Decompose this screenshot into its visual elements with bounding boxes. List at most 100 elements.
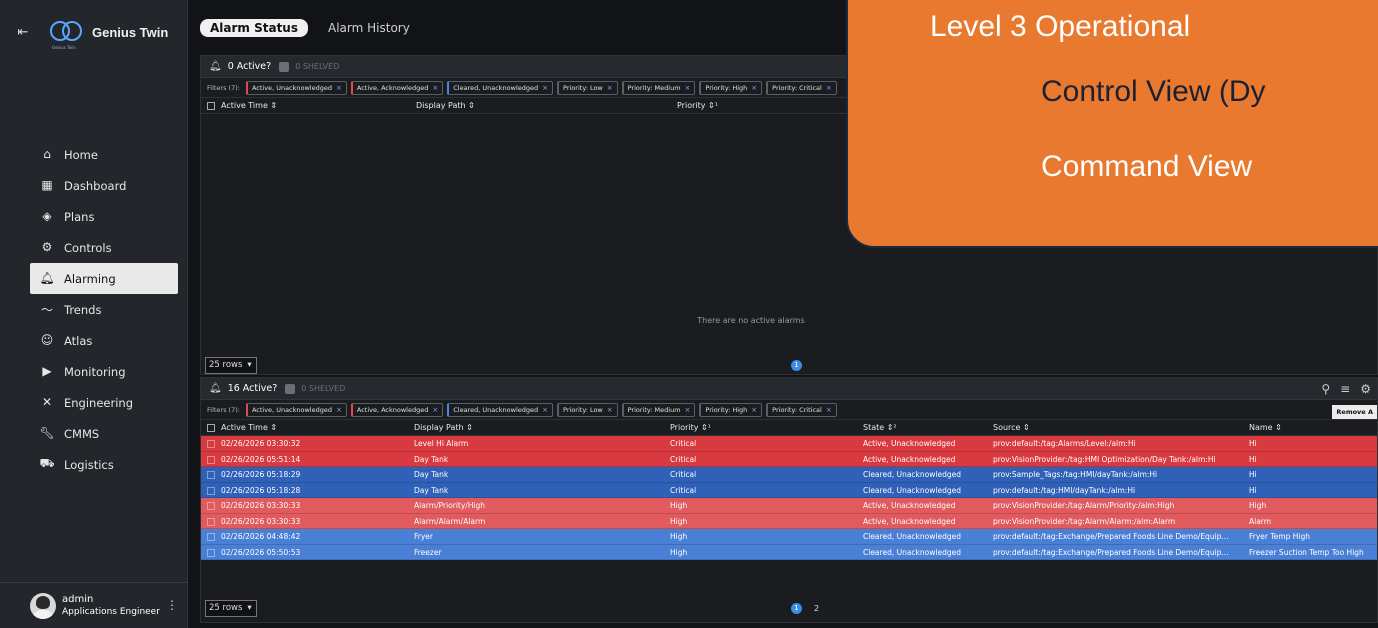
sidebar-item-logistics[interactable]: ⛟ Logistics bbox=[30, 449, 178, 480]
close-icon[interactable]: × bbox=[826, 406, 832, 414]
sidebar-item-alarming[interactable]: 🔔︎ Alarming bbox=[30, 263, 178, 294]
filter-chip[interactable]: Priority: High × bbox=[699, 80, 763, 95]
sidebar-item-atlas[interactable]: ☺ Atlas bbox=[30, 325, 178, 356]
active-count[interactable]: 0 Active? bbox=[228, 61, 272, 72]
filter-icon[interactable]: ≡ bbox=[1340, 382, 1350, 396]
row-checkbox[interactable] bbox=[207, 533, 215, 541]
select-all-checkbox[interactable] bbox=[207, 424, 215, 432]
rows-per-page-select[interactable]: 25 rows ▾ bbox=[205, 599, 257, 617]
shelved-count[interactable]: 0 SHELVED bbox=[301, 384, 345, 393]
sidebar-item-monitoring[interactable]: ▶ Monitoring bbox=[30, 356, 178, 387]
row-checkbox[interactable] bbox=[207, 471, 215, 479]
col-name[interactable]: Name ⇕ bbox=[1249, 423, 1282, 432]
close-icon[interactable]: × bbox=[432, 406, 438, 414]
table-row[interactable]: 02/26/2026 05:18:29 Day Tank Critical Clear… bbox=[201, 467, 1377, 483]
filter-chip[interactable]: Priority: High × bbox=[699, 402, 763, 417]
page-1[interactable]: 1 bbox=[791, 359, 802, 371]
filter-chip[interactable]: Priority: Low × bbox=[557, 402, 618, 417]
home-icon: ⌂ bbox=[43, 147, 51, 161]
close-icon[interactable]: × bbox=[336, 84, 342, 92]
cell-display-path: Freezer bbox=[414, 547, 442, 557]
table-footer: 25 rows ▾ 1 2 bbox=[201, 597, 1377, 619]
sidebar-item-trends[interactable]: 〜 Trends bbox=[30, 294, 178, 325]
cell-state: Cleared, Unacknowledged bbox=[863, 485, 961, 495]
gear-icon[interactable]: ⚙ bbox=[1360, 382, 1371, 396]
sidebar-item-label: Controls bbox=[64, 240, 112, 255]
more-vertical-icon[interactable]: ⋮ bbox=[166, 598, 178, 612]
row-checkbox[interactable] bbox=[207, 502, 215, 510]
arrow-left-icon[interactable]: ⇤ bbox=[10, 19, 36, 45]
close-icon[interactable]: × bbox=[542, 406, 548, 414]
close-icon[interactable]: × bbox=[751, 406, 757, 414]
table-row[interactable]: 02/26/2026 05:51:14 Day Tank Critical Activ… bbox=[201, 451, 1377, 467]
close-icon[interactable]: × bbox=[685, 406, 691, 414]
tab-alarm-status[interactable]: Alarm Status bbox=[200, 19, 308, 37]
shelved-count[interactable]: 0 SHELVED bbox=[295, 62, 339, 71]
cell-source: prov:VisionProvider:/tag:HMI Optimizatio… bbox=[993, 454, 1216, 464]
sidebar-item-plans[interactable]: ◈ Plans bbox=[30, 201, 178, 232]
sidebar-item-engineering[interactable]: ✕ Engineering bbox=[30, 387, 178, 418]
page-2[interactable]: 2 bbox=[814, 604, 819, 613]
row-checkbox[interactable] bbox=[207, 548, 215, 557]
table-row[interactable]: 02/26/2026 05:18:28 Day Tank Critical Clear… bbox=[201, 482, 1377, 498]
filter-chip[interactable]: Active, Unacknowledged × bbox=[245, 80, 347, 95]
row-checkbox[interactable] bbox=[207, 455, 215, 464]
table-row[interactable]: 02/26/2026 03:30:33 Alarm/Priority/High Hi… bbox=[201, 498, 1377, 514]
tab-alarm-history[interactable]: Alarm History bbox=[318, 19, 420, 37]
sidebar-item-home[interactable]: ⌂ Home bbox=[30, 139, 178, 170]
col-state[interactable]: State ⇕² bbox=[863, 423, 897, 432]
select-all-checkbox[interactable] bbox=[207, 102, 215, 110]
cell-priority: High bbox=[670, 516, 688, 526]
filter-chip[interactable]: Cleared, Unacknowledged × bbox=[447, 402, 554, 417]
close-icon[interactable]: × bbox=[826, 84, 832, 92]
col-priority[interactable]: Priority ⇕¹ bbox=[670, 423, 711, 432]
close-icon[interactable]: × bbox=[336, 406, 342, 414]
row-checkbox[interactable] bbox=[207, 486, 215, 495]
active-count[interactable]: 16 Active? bbox=[228, 383, 278, 394]
camera-icon: ▶ bbox=[42, 364, 52, 378]
col-display-path[interactable]: Display Path ⇕ bbox=[414, 423, 473, 432]
filter-chip[interactable]: Priority: Medium × bbox=[621, 402, 696, 417]
empty-message: There are no active alarms bbox=[697, 316, 805, 325]
sidebar-item-dashboard[interactable]: ▦ Dashboard bbox=[30, 170, 178, 201]
cell-source: prov:Sample_Tags:/tag:HMI/dayTank:/alm:H… bbox=[993, 470, 1158, 479]
col-source[interactable]: Source ⇕ bbox=[993, 423, 1030, 432]
table-row[interactable]: 02/26/2026 05:50:53 Freezer High Cleared, U… bbox=[201, 544, 1377, 560]
filter-chip[interactable]: Priority: Medium × bbox=[621, 80, 696, 95]
col-priority[interactable]: Priority ⇕¹ bbox=[677, 101, 718, 110]
close-icon[interactable]: × bbox=[685, 84, 691, 92]
filter-chip[interactable]: Priority: Critical × bbox=[766, 80, 837, 95]
close-icon[interactable]: × bbox=[607, 406, 613, 414]
table-row[interactable]: 02/26/2026 03:30:33 Alarm/Alarm/Alarm High… bbox=[201, 513, 1377, 529]
col-display-path[interactable]: Display Path ⇕ bbox=[416, 101, 475, 110]
row-checkbox[interactable] bbox=[207, 517, 215, 526]
sidebar-item-cmms[interactable]: 🔧︎ CMMS bbox=[30, 418, 178, 449]
close-icon[interactable]: × bbox=[432, 84, 438, 92]
filter-chip[interactable]: Active, Acknowledged × bbox=[350, 402, 444, 417]
table-row[interactable]: 02/26/2026 04:48:42 Fryer High Cleared, Una… bbox=[201, 529, 1377, 545]
filter-chip[interactable]: Active, Acknowledged × bbox=[350, 80, 444, 95]
filter-chip[interactable]: Active, Unacknowledged × bbox=[245, 402, 347, 417]
cell-name: Hi bbox=[1249, 439, 1257, 448]
col-active-time[interactable]: Active Time ⇕ bbox=[221, 101, 277, 110]
filter-chip[interactable]: Priority: Critical × bbox=[766, 402, 837, 417]
user-profile[interactable]: admin Applications Engineer ⋮ bbox=[0, 582, 188, 628]
close-icon[interactable]: × bbox=[542, 84, 548, 92]
cell-active-time: 02/26/2026 03:30:33 bbox=[221, 501, 301, 510]
sidebar-item-label: Engineering bbox=[64, 395, 133, 410]
rows-per-page-select[interactable]: 25 rows ▾ bbox=[205, 356, 257, 374]
cell-active-time: 02/26/2026 05:51:14 bbox=[221, 454, 301, 464]
search-icon[interactable]: ⚲ bbox=[1321, 382, 1330, 396]
sidebar-item-label: Monitoring bbox=[64, 364, 126, 379]
remove-all-filters-button[interactable]: Remove A bbox=[1332, 405, 1377, 419]
row-checkbox[interactable] bbox=[207, 440, 215, 448]
col-active-time[interactable]: Active Time ⇕ bbox=[221, 423, 277, 432]
table-row[interactable]: 02/26/2026 03:30:32 Level Hi Alarm Critica… bbox=[201, 436, 1377, 452]
page-1[interactable]: 1 bbox=[791, 602, 802, 614]
sidebar-item-controls[interactable]: ⚙ Controls bbox=[30, 232, 178, 263]
shelve-icon bbox=[285, 383, 296, 394]
filter-chip[interactable]: Priority: Low × bbox=[557, 80, 618, 95]
close-icon[interactable]: × bbox=[607, 84, 613, 92]
filter-chip[interactable]: Cleared, Unacknowledged × bbox=[447, 80, 554, 95]
close-icon[interactable]: × bbox=[751, 84, 757, 92]
